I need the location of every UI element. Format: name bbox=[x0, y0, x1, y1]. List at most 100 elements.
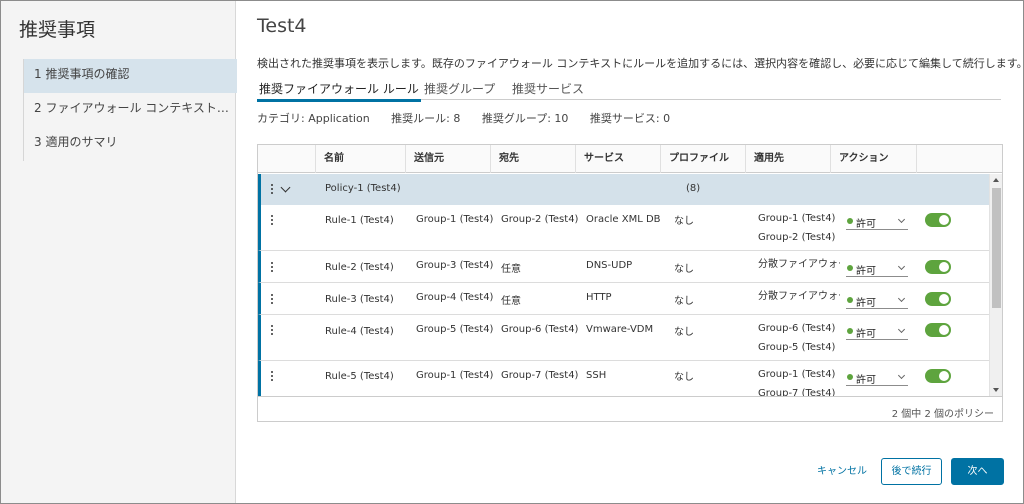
action-value: 許可 bbox=[856, 329, 876, 340]
tab-recommended-services[interactable]: 推奨サービス bbox=[512, 80, 584, 97]
page-description: 検出された推奨事項を表示します。既存のファイアウォール コンテキストにルールを追… bbox=[257, 57, 1024, 70]
applied-to-item: Group-5 (Test4) bbox=[758, 342, 836, 353]
kebab-menu-icon[interactable] bbox=[267, 213, 277, 227]
rule-applied-to: Group-6 (Test4) Group-5 (Test4) bbox=[758, 319, 840, 357]
action-value: 許可 bbox=[856, 298, 876, 309]
rule-enabled-toggle[interactable] bbox=[925, 292, 951, 306]
continue-later-button[interactable]: 後で続行 bbox=[881, 458, 942, 485]
allow-status-dot bbox=[847, 265, 853, 271]
rule-enabled-toggle[interactable] bbox=[925, 323, 951, 337]
toggle-knob bbox=[939, 325, 949, 335]
rule-name: Rule-2 (Test4) bbox=[325, 262, 394, 273]
rule-profile: なし bbox=[674, 216, 694, 227]
kebab-menu-icon[interactable] bbox=[267, 369, 277, 383]
scroll-up-arrow-icon[interactable] bbox=[993, 178, 999, 182]
wizard-main: Test4 検出された推奨事項を表示します。既存のファイアウォール コンテキスト… bbox=[237, 1, 1024, 503]
toggle-knob bbox=[939, 294, 949, 304]
tab-recommended-rules[interactable]: 推奨ファイアウォール ルール bbox=[257, 80, 421, 102]
wizard-steps: 1 推奨事項の確認 2 ファイアウォール コンテキストにルール 3 適用のサマリ bbox=[23, 59, 237, 161]
kebab-menu-icon[interactable] bbox=[267, 323, 277, 337]
toggle-knob bbox=[939, 215, 949, 225]
step-label: 3 適用のサマリ bbox=[34, 135, 118, 149]
action-select[interactable]: 許可 bbox=[846, 260, 908, 277]
step-firewall-context[interactable]: 2 ファイアウォール コンテキストにルール bbox=[24, 93, 237, 127]
table-row[interactable]: Rule-1 (Test4) Group-1 (Test4) Group-2 (… bbox=[258, 205, 989, 251]
applied-to-item: Group-1 (Test4) bbox=[758, 213, 836, 224]
sidebar-title: 推奨事項 bbox=[19, 19, 96, 41]
toggle-knob bbox=[939, 371, 949, 381]
header-name[interactable]: 名前 bbox=[315, 145, 405, 173]
action-select[interactable]: 許可 bbox=[846, 292, 908, 309]
rules-grid: 名前 送信元 宛先 サービス プロファイル 適用先 アクション Policy-1… bbox=[257, 144, 1003, 422]
scroll-down-arrow-icon[interactable] bbox=[993, 388, 999, 392]
applied-to-item: Group-1 (Test4) bbox=[758, 369, 836, 380]
applied-to-item: Group-2 (Test4) bbox=[758, 232, 836, 243]
action-value: 許可 bbox=[856, 219, 876, 230]
header-destination[interactable]: 宛先 bbox=[490, 145, 575, 173]
allow-status-dot bbox=[847, 328, 853, 334]
header-action[interactable]: アクション bbox=[830, 145, 916, 173]
step-summary[interactable]: 3 適用のサマリ bbox=[24, 127, 237, 161]
chevron-down-icon bbox=[897, 294, 906, 303]
grid-footer: 2 個中 2 個のポリシー bbox=[258, 396, 1002, 421]
rule-service: SSH bbox=[586, 370, 607, 381]
header-source[interactable]: 送信元 bbox=[405, 145, 490, 173]
kebab-menu-icon[interactable] bbox=[267, 260, 277, 274]
action-select[interactable]: 許可 bbox=[846, 213, 908, 230]
cancel-button[interactable]: キャンセル bbox=[812, 458, 872, 485]
rule-enabled-toggle[interactable] bbox=[925, 213, 951, 227]
allow-status-dot bbox=[847, 374, 853, 380]
grid-header: 名前 送信元 宛先 サービス プロファイル 適用先 アクション bbox=[258, 145, 1002, 173]
kebab-menu-icon[interactable] bbox=[267, 182, 277, 196]
step-review[interactable]: 1 推奨事項の確認 bbox=[24, 59, 237, 93]
rule-destination: Group-2 (Test4) bbox=[501, 214, 579, 225]
rule-profile: なし bbox=[674, 327, 694, 338]
chevron-down-icon bbox=[897, 325, 906, 334]
rule-service: DNS-UDP bbox=[586, 260, 633, 271]
applied-to-item: 分散ファイアウォール bbox=[758, 291, 840, 302]
header-service[interactable]: サービス bbox=[575, 145, 660, 173]
action-select[interactable]: 許可 bbox=[846, 323, 908, 340]
summary-category: カテゴリ: Application bbox=[257, 112, 370, 125]
rule-service: HTTP bbox=[586, 292, 612, 303]
rule-destination: 任意 bbox=[501, 296, 521, 307]
rule-service: Oracle XML DB bbox=[586, 214, 661, 225]
header-profile[interactable]: プロファイル bbox=[660, 145, 745, 173]
allow-status-dot bbox=[847, 218, 853, 224]
action-value: 許可 bbox=[856, 375, 876, 386]
grid-scrollbar[interactable] bbox=[989, 174, 1002, 396]
policy-rule-count: (8) bbox=[686, 183, 701, 194]
applied-to-item: 分散ファイアウォール bbox=[758, 259, 840, 270]
rule-enabled-toggle[interactable] bbox=[925, 260, 951, 274]
next-button[interactable]: 次へ bbox=[951, 458, 1004, 485]
scrollbar-thumb[interactable] bbox=[992, 188, 1001, 308]
chevron-down-icon[interactable] bbox=[280, 182, 291, 193]
rule-source: Group-1 (Test4) bbox=[416, 214, 494, 225]
table-row[interactable]: Rule-3 (Test4) Group-4 (Test4) 任意 HTTP な… bbox=[258, 283, 989, 315]
rule-name: Rule-3 (Test4) bbox=[325, 294, 394, 305]
action-select[interactable]: 許可 bbox=[846, 369, 908, 386]
wizard-sidebar: 推奨事項 1 推奨事項の確認 2 ファイアウォール コンテキストにルール 3 適… bbox=[1, 1, 237, 503]
rule-enabled-toggle[interactable] bbox=[925, 369, 951, 383]
rule-applied-to: 分散ファイアウォール bbox=[758, 255, 840, 274]
header-applied-to[interactable]: 適用先 bbox=[745, 145, 830, 173]
chevron-down-icon bbox=[897, 215, 906, 224]
policy-row[interactable]: Policy-1 (Test4) (8) bbox=[258, 174, 989, 205]
table-row[interactable]: Rule-2 (Test4) Group-3 (Test4) 任意 DNS-UD… bbox=[258, 251, 989, 283]
header-controls bbox=[258, 145, 315, 173]
tab-recommended-groups[interactable]: 推奨グループ bbox=[424, 80, 495, 97]
summary-rules: 推奨ルール: 8 bbox=[391, 112, 461, 125]
chevron-down-icon bbox=[897, 262, 906, 271]
action-value: 許可 bbox=[856, 266, 876, 277]
chevron-down-icon bbox=[897, 371, 906, 380]
kebab-menu-icon[interactable] bbox=[267, 292, 277, 306]
toggle-knob bbox=[939, 262, 949, 272]
rule-name: Rule-1 (Test4) bbox=[325, 215, 394, 226]
table-row[interactable]: Rule-4 (Test4) Group-5 (Test4) Group-6 (… bbox=[258, 315, 989, 361]
policy-name: Policy-1 (Test4) bbox=[325, 183, 401, 194]
page-title: Test4 bbox=[257, 15, 307, 37]
rule-profile: なし bbox=[674, 264, 694, 275]
tab-bar: 推奨ファイアウォール ルール 推奨グループ 推奨サービス bbox=[257, 77, 1001, 102]
rule-service: Vmware-VDM bbox=[586, 324, 654, 335]
rule-name: Rule-5 (Test4) bbox=[325, 371, 394, 382]
